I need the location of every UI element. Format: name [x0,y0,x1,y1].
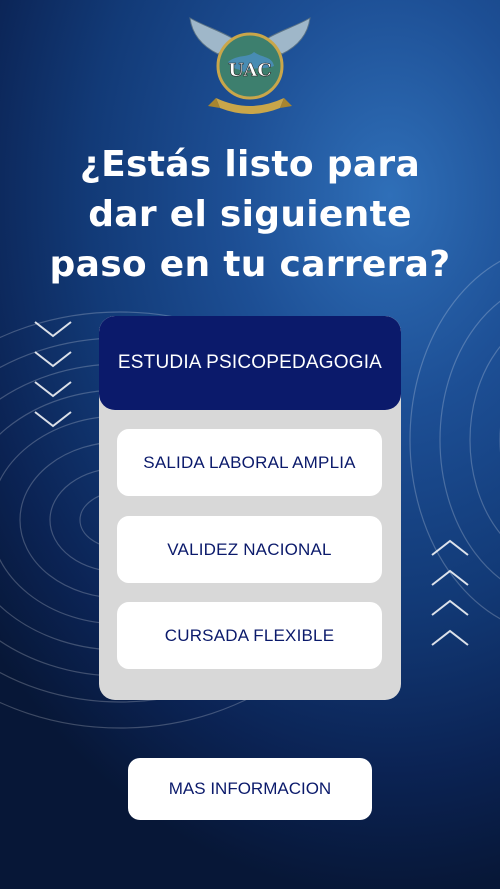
feature-salida-laboral: SALIDA LABORAL AMPLIA [117,429,382,496]
chevron-up-icon-stack [431,539,469,646]
more-info-button[interactable]: MAS INFORMACION [128,758,372,820]
headline: ¿Estás listo para dar el siguiente paso … [20,140,480,290]
chevron-up-icon [431,599,469,616]
logo-text: UAC [228,60,271,81]
chevron-up-icon [431,539,469,556]
program-title: ESTUDIA PSICOPEDAGOGIA [99,316,401,410]
chevron-down-icon [34,381,72,398]
feature-validez-nacional: VALIDEZ NACIONAL [117,516,382,583]
headline-line-2: dar el siguiente [88,194,412,235]
chevron-up-icon [431,629,469,646]
feature-cursada-flexible: CURSADA FLEXIBLE [117,602,382,669]
uac-logo: UAC [189,17,311,114]
program-card: ESTUDIA PSICOPEDAGOGIA SALIDA LABORAL AM… [99,316,401,700]
chevron-down-icon-stack [34,321,72,428]
headline-line-3: paso en tu carrera? [49,244,451,285]
headline-line-1: ¿Estás listo para [79,144,421,185]
chevron-down-icon [34,351,72,368]
chevron-down-icon [34,411,72,428]
chevron-up-icon [431,569,469,586]
chevron-down-icon [34,321,72,338]
